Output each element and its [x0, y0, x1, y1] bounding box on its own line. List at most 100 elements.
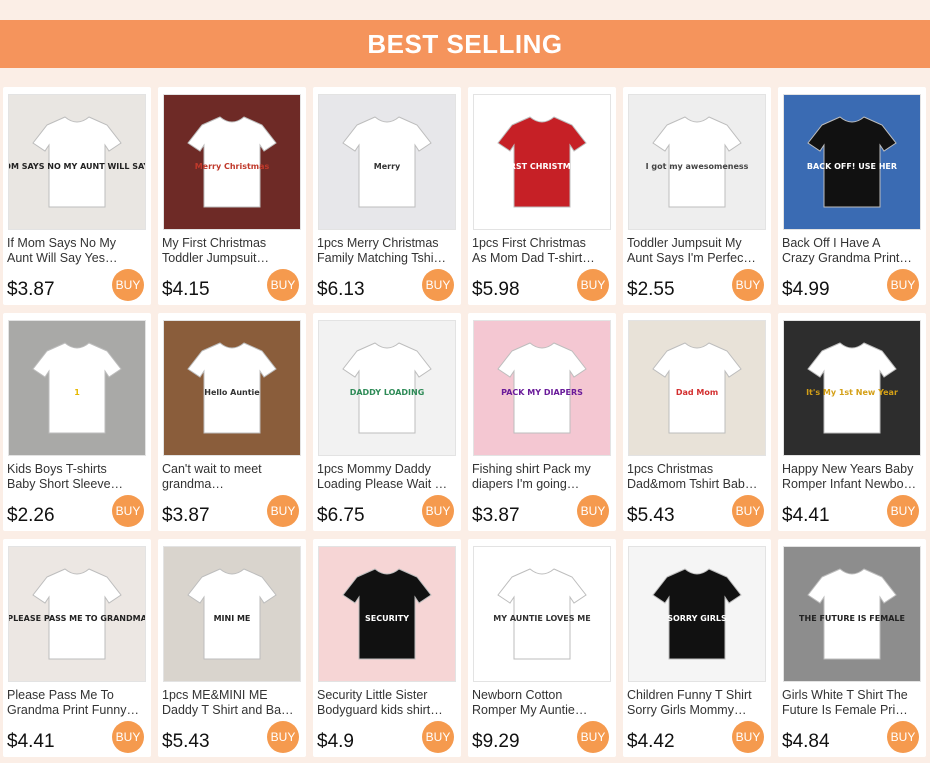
- garment-print: MY AUNTIE LOVES ME: [493, 614, 590, 623]
- product-image[interactable]: THE FUTURE IS FEMALE: [783, 546, 921, 682]
- product-title-line: Daddy T Shirt and Ba…: [162, 703, 294, 717]
- garment-print: SORRY GIRLS: [667, 614, 727, 623]
- buy-button[interactable]: BUY: [422, 495, 454, 527]
- product-card[interactable]: FIRST CHRISTMAS 1pcs First Christmas As Mo…: [468, 87, 616, 305]
- product-title[interactable]: 1pcs Christmas Dad&mom Tshirt Bab…: [627, 462, 767, 492]
- product-title-line: Security Little Sister: [317, 688, 428, 702]
- product-photo: It's My 1st New Year: [806, 342, 898, 434]
- product-title-line: grandma…: [162, 477, 224, 491]
- buy-button[interactable]: BUY: [577, 269, 609, 301]
- product-card[interactable]: 1 Kids Boys T-shirts Baby Short Sleeve… $2.…: [3, 313, 151, 531]
- product-title[interactable]: 1pcs Mommy Daddy Loading Please Wait …: [317, 462, 457, 492]
- product-title-line: Bodyguard kids shirt…: [317, 703, 443, 717]
- product-image[interactable]: BACK OFF! USE HER: [783, 94, 921, 230]
- product-title[interactable]: Fishing shirt Pack my diapers I'm going…: [472, 462, 612, 492]
- product-card[interactable]: SECURITY Security Little Sister Bodyguard …: [313, 539, 461, 757]
- product-image[interactable]: I got my awesomeness: [628, 94, 766, 230]
- product-card[interactable]: SORRY GIRLS Children Funny T Shirt Sorry G…: [623, 539, 771, 757]
- product-card[interactable]: It's My 1st New Year Happy New Years Baby…: [778, 313, 926, 531]
- product-title[interactable]: Security Little Sister Bodyguard kids shi…: [317, 688, 457, 718]
- buy-button[interactable]: BUY: [112, 495, 144, 527]
- garment-print: SECURITY: [365, 614, 409, 623]
- product-card[interactable]: BACK OFF! USE HER Back Off I Have A Crazy …: [778, 87, 926, 305]
- product-image[interactable]: FIRST CHRISTMAS: [473, 94, 611, 230]
- product-card[interactable]: MINI ME 1pcs ME&MINI ME Daddy T Shirt and …: [158, 539, 306, 757]
- buy-button[interactable]: BUY: [267, 495, 299, 527]
- product-title[interactable]: Children Funny T Shirt Sorry Girls Mommy…: [627, 688, 767, 718]
- product-photo: 1: [32, 342, 122, 434]
- buy-button[interactable]: BUY: [887, 495, 919, 527]
- product-title-line: Romper Infant Newbo…: [782, 477, 917, 491]
- product-image[interactable]: Hello Auntie: [163, 320, 301, 456]
- product-image[interactable]: PLEASE PASS ME TO GRANDMA: [8, 546, 146, 682]
- buy-button[interactable]: BUY: [422, 269, 454, 301]
- buy-button[interactable]: BUY: [732, 721, 764, 753]
- product-title-line: Loading Please Wait …: [317, 477, 448, 491]
- product-photo: PACK MY DIAPERS: [497, 342, 587, 434]
- product-image[interactable]: 1: [8, 320, 146, 456]
- product-photo: BACK OFF! USE HER: [807, 116, 897, 208]
- garment-print: Merry Christmas: [195, 162, 270, 171]
- product-image[interactable]: IF MOM SAYS NO MY AUNT WILL SAY YES: [8, 94, 146, 230]
- buy-button[interactable]: BUY: [112, 721, 144, 753]
- product-title[interactable]: Girls White T Shirt The Future Is Female …: [782, 688, 922, 718]
- garment-print: It's My 1st New Year: [806, 388, 898, 397]
- buy-button[interactable]: BUY: [887, 721, 919, 753]
- product-title-line: 1pcs Christmas: [627, 462, 714, 476]
- product-card[interactable]: THE FUTURE IS FEMALE Girls White T Shirt …: [778, 539, 926, 757]
- product-card[interactable]: Dad Mom 1pcs Christmas Dad&mom Tshirt Bab……: [623, 313, 771, 531]
- buy-button[interactable]: BUY: [732, 495, 764, 527]
- product-title[interactable]: Can't wait to meet grandma…: [162, 462, 302, 492]
- product-card[interactable]: MY AUNTIE LOVES ME Newborn Cotton Romper M…: [468, 539, 616, 757]
- product-image[interactable]: MINI ME: [163, 546, 301, 682]
- buy-button[interactable]: BUY: [422, 721, 454, 753]
- product-image[interactable]: Dad Mom: [628, 320, 766, 456]
- product-image[interactable]: MY AUNTIE LOVES ME: [473, 546, 611, 682]
- product-title[interactable]: Newborn Cotton Romper My Auntie…: [472, 688, 612, 718]
- buy-button[interactable]: BUY: [267, 721, 299, 753]
- product-title-line: 1pcs Merry Christmas: [317, 236, 439, 250]
- buy-button[interactable]: BUY: [732, 269, 764, 301]
- product-image[interactable]: Merry: [318, 94, 456, 230]
- product-title[interactable]: Please Pass Me To Grandma Print Funny…: [7, 688, 147, 718]
- product-photo: MY AUNTIE LOVES ME: [493, 568, 591, 660]
- product-card[interactable]: I got my awesomeness Toddler Jumpsuit My A…: [623, 87, 771, 305]
- buy-button[interactable]: BUY: [267, 269, 299, 301]
- buy-button[interactable]: BUY: [577, 721, 609, 753]
- garment-print: Dad Mom: [676, 388, 718, 397]
- product-photo: DADDY LOADING: [342, 342, 432, 434]
- product-photo: Merry Christmas: [187, 116, 277, 208]
- product-image[interactable]: It's My 1st New Year: [783, 320, 921, 456]
- buy-button[interactable]: BUY: [887, 269, 919, 301]
- product-title[interactable]: If Mom Says No My Aunt Will Say Yes…: [7, 236, 147, 266]
- buy-button[interactable]: BUY: [577, 495, 609, 527]
- product-title[interactable]: Kids Boys T-shirts Baby Short Sleeve…: [7, 462, 147, 492]
- product-price: $3.87: [7, 279, 55, 300]
- product-image[interactable]: Merry Christmas: [163, 94, 301, 230]
- product-card[interactable]: PLEASE PASS ME TO GRANDMA Please Pass Me …: [3, 539, 151, 757]
- product-image[interactable]: SECURITY: [318, 546, 456, 682]
- product-image[interactable]: DADDY LOADING: [318, 320, 456, 456]
- product-card[interactable]: Hello Auntie Can't wait to meet grandma… $3…: [158, 313, 306, 531]
- product-title[interactable]: 1pcs First Christmas As Mom Dad T-shirt…: [472, 236, 612, 266]
- product-photo: IF MOM SAYS NO MY AUNT WILL SAY YES: [9, 116, 145, 208]
- product-price: $4.41: [782, 505, 830, 526]
- product-card[interactable]: Merry 1pcs Merry Christmas Family Matching…: [313, 87, 461, 305]
- product-card[interactable]: IF MOM SAYS NO MY AUNT WILL SAY YES If Mo…: [3, 87, 151, 305]
- product-title[interactable]: Back Off I Have A Crazy Grandma Print…: [782, 236, 922, 266]
- product-title[interactable]: My First Christmas Toddler Jumpsuit…: [162, 236, 302, 266]
- product-photo: FIRST CHRISTMAS: [497, 116, 587, 208]
- product-image[interactable]: PACK MY DIAPERS: [473, 320, 611, 456]
- product-card[interactable]: Merry Christmas My First Christmas Toddler…: [158, 87, 306, 305]
- product-title-line: Future Is Female Pri…: [782, 703, 908, 717]
- product-title[interactable]: 1pcs ME&MINI ME Daddy T Shirt and Ba…: [162, 688, 302, 718]
- product-title-line: Toddler Jumpsuit…: [162, 251, 269, 265]
- product-title[interactable]: Happy New Years Baby Romper Infant Newbo…: [782, 462, 922, 492]
- product-card[interactable]: PACK MY DIAPERS Fishing shirt Pack my diap…: [468, 313, 616, 531]
- product-title[interactable]: 1pcs Merry Christmas Family Matching Tshi…: [317, 236, 457, 266]
- product-image[interactable]: SORRY GIRLS: [628, 546, 766, 682]
- product-card[interactable]: DADDY LOADING 1pcs Mommy Daddy Loading Ple…: [313, 313, 461, 531]
- product-photo: SECURITY: [342, 568, 432, 660]
- buy-button[interactable]: BUY: [112, 269, 144, 301]
- product-title[interactable]: Toddler Jumpsuit My Aunt Says I'm Perfec…: [627, 236, 767, 266]
